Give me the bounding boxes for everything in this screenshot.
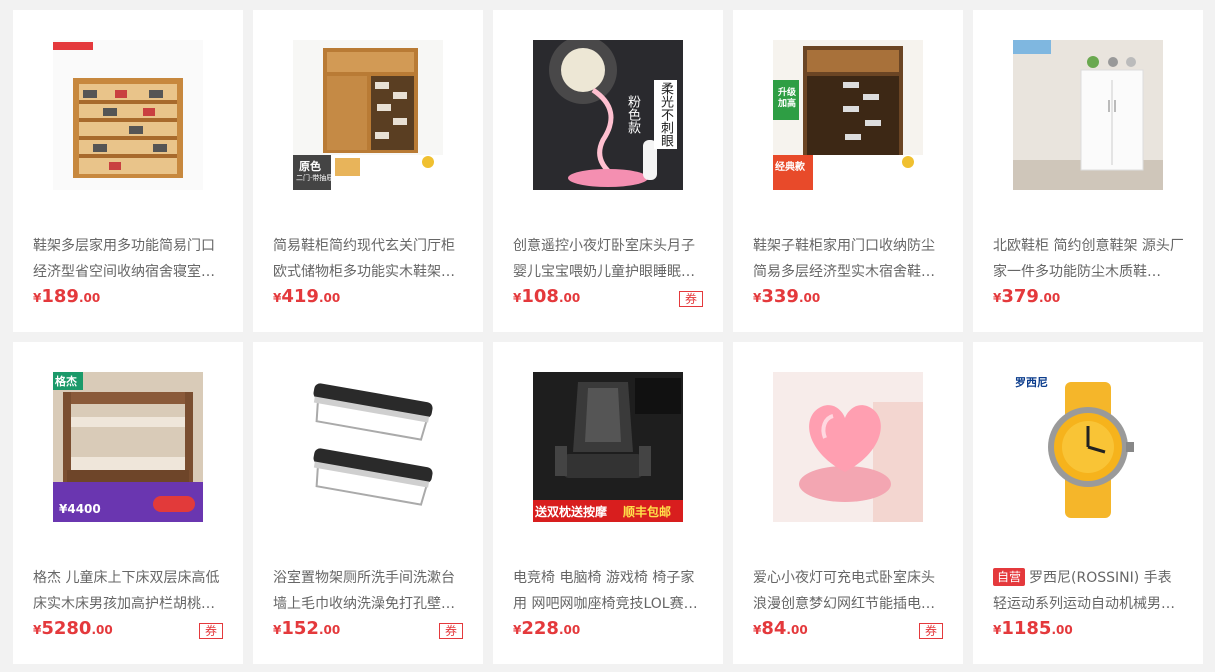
product-title[interactable]: 简易鞋柜简约现代玄关门厅柜欧式储物柜多功能实木鞋架… bbox=[273, 233, 465, 285]
watch-image[interactable]: 罗西尼 bbox=[1013, 372, 1163, 522]
product-price: ¥419.00 bbox=[273, 286, 341, 307]
coupon-badge[interactable]: 券 bbox=[438, 623, 463, 639]
product-title[interactable]: 自营 罗西尼(ROSSINI) 手表轻运动系列运动自动机械男… bbox=[993, 565, 1185, 617]
product-title[interactable]: 鞋架子鞋柜家用门口收纳防尘简易多层经济型实木宿舍鞋… bbox=[753, 233, 945, 285]
coupon-badge[interactable]: 券 bbox=[198, 623, 223, 639]
product-card[interactable]: 罗西尼 自营 罗西尼(ROSSINI) 手表轻运动系列运动自动机械男… ¥1185… bbox=[973, 342, 1203, 664]
self-operated-badge: 自营 bbox=[993, 568, 1026, 586]
bunk-bed-image[interactable]: 格杰 ¥4400 bbox=[53, 372, 203, 522]
product-price: ¥152.00 bbox=[273, 618, 341, 639]
product-title[interactable]: 格杰 儿童床上下床双层床高低床实木床男孩加高护栏胡桃… bbox=[33, 565, 225, 617]
product-title[interactable]: 北欧鞋柜 简约创意鞋架 源头厂家一件多功能防尘木质鞋… bbox=[993, 233, 1185, 285]
coupon-badge[interactable]: 券 bbox=[918, 623, 943, 639]
white-cabinet-image[interactable] bbox=[1013, 40, 1163, 190]
image-caption: ¥4400 bbox=[59, 502, 101, 516]
product-card[interactable]: 送双枕送按摩 顺丰包邮 电竞椅 电脑椅 游戏椅 椅子家用 网吧网咖座椅竞技LOL… bbox=[493, 342, 723, 664]
heart-lamp-image[interactable] bbox=[773, 372, 923, 522]
image-caption: 原色 bbox=[299, 160, 321, 173]
product-card[interactable]: 格杰 ¥4400 格杰 儿童床上下床双层床高低床实木床男孩加高护栏胡桃… ¥52… bbox=[13, 342, 243, 664]
product-price: ¥189.00 bbox=[33, 286, 101, 307]
product-card[interactable]: 鞋架多层家用多功能简易门口经济型省空间收纳宿舍寝室… ¥189.00 bbox=[13, 10, 243, 332]
product-card[interactable]: 原色 二门·带抽屉 简易鞋柜简约现代玄关门厅柜欧式储物柜多功能实木鞋架… ¥41… bbox=[253, 10, 483, 332]
product-title[interactable]: 创意遥控小夜灯卧室床头月子婴儿宝宝喂奶儿童护眼睡眠… bbox=[513, 233, 705, 285]
product-title[interactable]: 电竞椅 电脑椅 游戏椅 椅子家用 网吧网咖座椅竞技LOL赛… bbox=[513, 565, 705, 617]
bath-shelf-image[interactable] bbox=[293, 372, 443, 522]
image-caption: 柔光不刺眼 bbox=[654, 80, 677, 149]
image-caption: 送双枕送按摩 bbox=[535, 505, 608, 519]
coupon-badge[interactable]: 券 bbox=[678, 291, 703, 307]
product-grid: 鞋架多层家用多功能简易门口经济型省空间收纳宿舍寝室… ¥189.00 原色 二门… bbox=[0, 0, 1215, 672]
product-price: ¥1185.00 bbox=[993, 618, 1073, 639]
image-caption: 升级加高 bbox=[777, 88, 796, 109]
product-price: ¥5280.00 bbox=[33, 618, 113, 639]
product-title[interactable]: 鞋架多层家用多功能简易门口经济型省空间收纳宿舍寝室… bbox=[33, 233, 225, 285]
night-lamp-image[interactable]: 柔光不刺眼 粉色款 bbox=[533, 40, 683, 190]
image-caption: 格杰 bbox=[55, 375, 77, 388]
product-card[interactable]: 浴室置物架厕所洗手间洗漱台墙上毛巾收纳洗澡免打孔壁… ¥152.00 券 bbox=[253, 342, 483, 664]
brand-logo-text: 罗西尼 bbox=[1013, 374, 1050, 390]
gaming-chair-image[interactable]: 送双枕送按摩 顺丰包邮 bbox=[533, 372, 683, 522]
product-title[interactable]: 爱心小夜灯可充电式卧室床头浪漫创意梦幻网红节能插电… bbox=[753, 565, 945, 617]
shoe-cabinet-image[interactable]: 升级加高 经典款 bbox=[773, 40, 923, 190]
image-caption: 二门·带抽屉 bbox=[296, 174, 334, 182]
product-price: ¥339.00 bbox=[753, 286, 821, 307]
image-caption: 粉色款 bbox=[625, 95, 640, 134]
product-price: ¥228.00 bbox=[513, 618, 581, 639]
product-title[interactable]: 浴室置物架厕所洗手间洗漱台墙上毛巾收纳洗澡免打孔壁… bbox=[273, 565, 465, 617]
product-price: ¥84.00 bbox=[753, 618, 808, 639]
shoe-cabinet-image[interactable]: 原色 二门·带抽屉 bbox=[293, 40, 443, 190]
product-card[interactable]: 升级加高 经典款 鞋架子鞋柜家用门口收纳防尘简易多层经济型实木宿舍鞋… ¥339… bbox=[733, 10, 963, 332]
image-caption: 经典款 bbox=[775, 162, 805, 173]
product-card[interactable]: 柔光不刺眼 粉色款 创意遥控小夜灯卧室床头月子婴儿宝宝喂奶儿童护眼睡眠… ¥10… bbox=[493, 10, 723, 332]
product-price: ¥108.00 bbox=[513, 286, 581, 307]
product-card[interactable]: 北欧鞋柜 简约创意鞋架 源头厂家一件多功能防尘木质鞋… ¥379.00 bbox=[973, 10, 1203, 332]
product-card[interactable]: 爱心小夜灯可充电式卧室床头浪漫创意梦幻网红节能插电… ¥84.00 券 bbox=[733, 342, 963, 664]
product-price: ¥379.00 bbox=[993, 286, 1061, 307]
shoe-rack-image[interactable] bbox=[53, 40, 203, 190]
image-caption: 顺丰包邮 bbox=[623, 505, 672, 519]
